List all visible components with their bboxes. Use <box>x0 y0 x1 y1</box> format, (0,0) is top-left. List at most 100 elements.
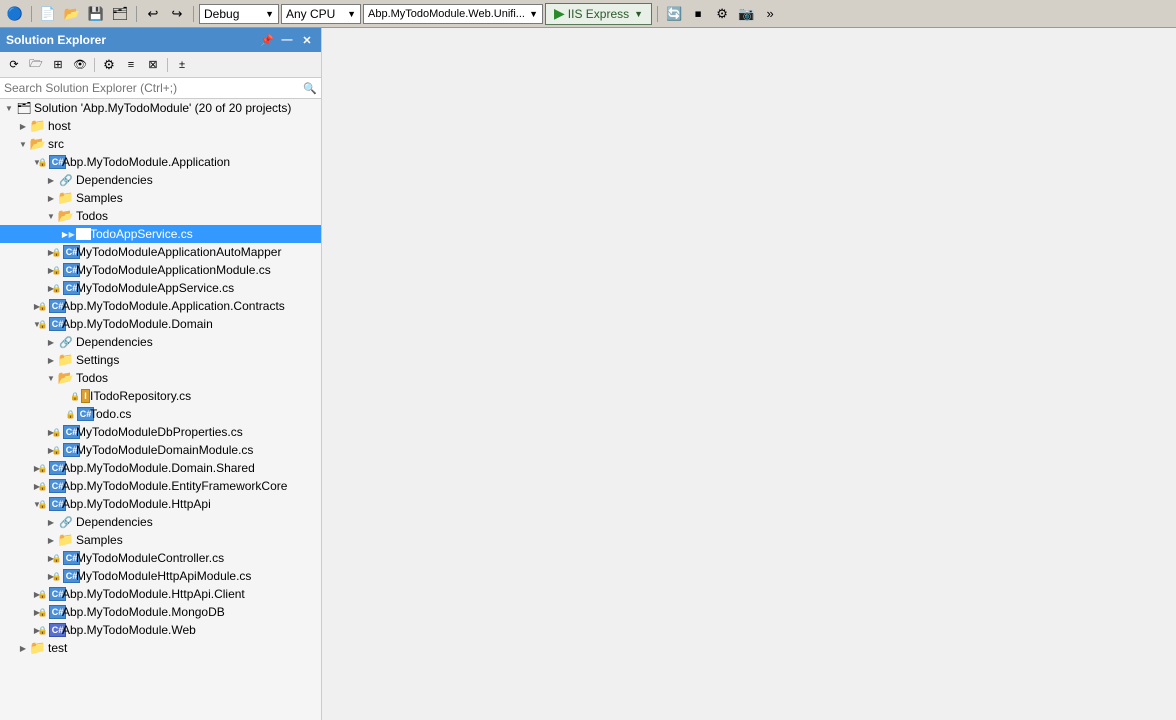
startup-project-dropdown[interactable]: Abp.MyTodoModule.Web.Unifi... ▼ <box>363 4 543 24</box>
tree-item-domain-shared[interactable]: 🔒 C# Abp.MyTodoModule.Domain.Shared <box>0 459 321 477</box>
tree-item-test[interactable]: 📁 test <box>0 639 321 657</box>
auto-hide-icon[interactable]: — <box>279 32 295 48</box>
settings-btn[interactable]: ⚙ <box>711 3 733 25</box>
tree-item-solution[interactable]: 🗂 Solution 'Abp.MyTodoModule' (20 of 20 … <box>0 99 321 117</box>
todoappservice-icon: ▶ C# <box>72 226 88 242</box>
tree-item-httpapi-samples[interactable]: 📁 Samples <box>0 531 321 549</box>
properties-btn[interactable]: ⚙ <box>99 55 119 75</box>
open-btn[interactable]: 📂 <box>61 3 83 25</box>
web-icon: 🔒 C# <box>44 622 60 638</box>
stop-btn[interactable]: ⏹ <box>687 3 709 25</box>
efcore-label: Abp.MyTodoModule.EntityFrameworkCore <box>62 479 287 493</box>
tree-item-domain-todos[interactable]: 📂 Todos <box>0 369 321 387</box>
content-area <box>322 28 1176 720</box>
expand-app-samples[interactable] <box>44 191 58 205</box>
expand-test[interactable] <box>16 641 30 655</box>
tree-item-automapper[interactable]: 🔒 C# MyTodoModuleApplicationAutoMapper <box>0 243 321 261</box>
tree-item-efcore[interactable]: 🔒 C# Abp.MyTodoModule.EntityFrameworkCor… <box>0 477 321 495</box>
tree-item-httpapi[interactable]: 🔒 C# Abp.MyTodoModule.HttpApi <box>0 495 321 513</box>
debug-dropdown-arrow: ▼ <box>265 9 274 19</box>
tree-item-controller[interactable]: 🔒 C# MyTodoModuleController.cs <box>0 549 321 567</box>
play-icon: ▶ <box>554 5 565 22</box>
tree-item-appservice[interactable]: 🔒 C# MyTodoModuleAppService.cs <box>0 279 321 297</box>
expand-httpapi-dep[interactable] <box>44 515 58 529</box>
mongodb-icon: 🔒 C# <box>44 604 60 620</box>
tree-item-app-todos[interactable]: 📂 Todos <box>0 207 321 225</box>
tree-item-todo[interactable]: 🔒 C# Todo.cs <box>0 405 321 423</box>
tree-item-appmodule[interactable]: 🔒 C# MyTodoModuleApplicationModule.cs <box>0 261 321 279</box>
tree-item-httpapimodule[interactable]: 🔒 C# MyTodoModuleHttpApiModule.cs <box>0 567 321 585</box>
git-btn[interactable]: ± <box>172 55 192 75</box>
domain-settings-label: Settings <box>76 353 119 367</box>
more-btn[interactable]: » <box>759 3 781 25</box>
vs-logo-btn[interactable]: 🔵 <box>4 3 26 25</box>
expand-domain-todos[interactable] <box>44 371 58 385</box>
tree-item-host[interactable]: 📁 host <box>0 117 321 135</box>
redo-btn[interactable]: ↪ <box>166 3 188 25</box>
expand-httpapi-samples[interactable] <box>44 533 58 547</box>
run-dropdown-arrow: ▼ <box>634 9 643 19</box>
save-all-btn[interactable]: 🗂 <box>109 3 131 25</box>
app-samples-label: Samples <box>76 191 123 205</box>
appmodule-icon: 🔒 C# <box>58 262 74 278</box>
tree-item-httpapi-dep[interactable]: 🔗 Dependencies <box>0 513 321 531</box>
sep3 <box>193 6 194 22</box>
host-folder-icon: 📁 <box>30 118 46 134</box>
undo-btn[interactable]: ↩ <box>142 3 164 25</box>
expand-solution[interactable] <box>2 101 16 115</box>
expand-host[interactable] <box>16 119 30 133</box>
tree-item-src[interactable]: 📂 src <box>0 135 321 153</box>
appservice-label: MyTodoModuleAppService.cs <box>76 281 234 295</box>
tree-item-mongodb[interactable]: 🔒 C# Abp.MyTodoModule.MongoDB <box>0 603 321 621</box>
tree-item-domain-dep[interactable]: 🔗 Dependencies <box>0 333 321 351</box>
expand-domain-settings[interactable] <box>44 353 58 367</box>
sep2 <box>136 6 137 22</box>
tree-item-application[interactable]: 🔒 C# Abp.MyTodoModule.Application <box>0 153 321 171</box>
run-button[interactable]: ▶ IIS Express ▼ <box>545 3 652 25</box>
filter-btn[interactable]: ⊠ <box>143 55 163 75</box>
tree-item-app-samples[interactable]: 📁 Samples <box>0 189 321 207</box>
tree-item-web[interactable]: 🔒 C# Abp.MyTodoModule.Web <box>0 621 321 639</box>
collapse-all-btn[interactable]: ⊞ <box>48 55 68 75</box>
tree-item-domain[interactable]: 🔒 C# Abp.MyTodoModule.Domain <box>0 315 321 333</box>
new-project-btn[interactable]: 📄 <box>37 3 59 25</box>
save-btn[interactable]: 💾 <box>85 3 107 25</box>
preview-btn[interactable]: ≡ <box>121 55 141 75</box>
panel-header-icons: 📌 — ✕ <box>259 32 315 48</box>
expand-src[interactable] <box>16 137 30 151</box>
cpu-dropdown[interactable]: Any CPU ▼ <box>281 4 361 24</box>
app-dep-label: Dependencies <box>76 173 153 187</box>
domainmodule-label: MyTodoModuleDomainModule.cs <box>76 443 253 457</box>
application-label: Abp.MyTodoModule.Application <box>62 155 230 169</box>
sep1 <box>31 6 32 22</box>
pin-icon[interactable]: 📌 <box>259 32 275 48</box>
domain-label: Abp.MyTodoModule.Domain <box>62 317 213 331</box>
host-label: host <box>48 119 71 133</box>
httpapi-samples-label: Samples <box>76 533 123 547</box>
main-toolbar: 🔵 📄 📂 💾 🗂 ↩ ↪ Debug ▼ Any CPU ▼ Abp.MyTo… <box>0 0 1176 28</box>
tree-item-domainmodule[interactable]: 🔒 C# MyTodoModuleDomainModule.cs <box>0 441 321 459</box>
search-input[interactable] <box>4 81 301 95</box>
camera-btn[interactable]: 📷 <box>735 3 757 25</box>
expand-app-todos[interactable] <box>44 209 58 223</box>
tree-item-todoappservice[interactable]: ▶ C# TodoAppService.cs <box>0 225 321 243</box>
show-all-btn[interactable]: 👁 <box>70 55 90 75</box>
app-samples-icon: 📁 <box>58 190 74 206</box>
tree-item-httpapi-client[interactable]: 🔒 C# Abp.MyTodoModule.HttpApi.Client <box>0 585 321 603</box>
sync-btn[interactable]: ⟳ <box>4 55 24 75</box>
test-folder-icon: 📁 <box>30 640 46 656</box>
web-label: Abp.MyTodoModule.Web <box>62 623 196 637</box>
refresh-tree-btn[interactable]: 🗁 <box>26 55 46 75</box>
close-panel-icon[interactable]: ✕ <box>299 32 315 48</box>
httpapi-client-label: Abp.MyTodoModule.HttpApi.Client <box>62 587 245 601</box>
automapper-label: MyTodoModuleApplicationAutoMapper <box>76 245 281 259</box>
refresh-btn[interactable]: 🔄 <box>663 3 685 25</box>
tree-item-domain-settings[interactable]: 📁 Settings <box>0 351 321 369</box>
debug-config-dropdown[interactable]: Debug ▼ <box>199 4 279 24</box>
tree-item-dbprops[interactable]: 🔒 C# MyTodoModuleDbProperties.cs <box>0 423 321 441</box>
tree-item-contracts[interactable]: 🔒 C# Abp.MyTodoModule.Application.Contra… <box>0 297 321 315</box>
tree-item-itodorepo[interactable]: 🔒 I ITodoRepository.cs <box>0 387 321 405</box>
expand-domain-dep[interactable] <box>44 335 58 349</box>
expand-app-dep[interactable] <box>44 173 58 187</box>
tree-item-app-dep[interactable]: 🔗 Dependencies <box>0 171 321 189</box>
